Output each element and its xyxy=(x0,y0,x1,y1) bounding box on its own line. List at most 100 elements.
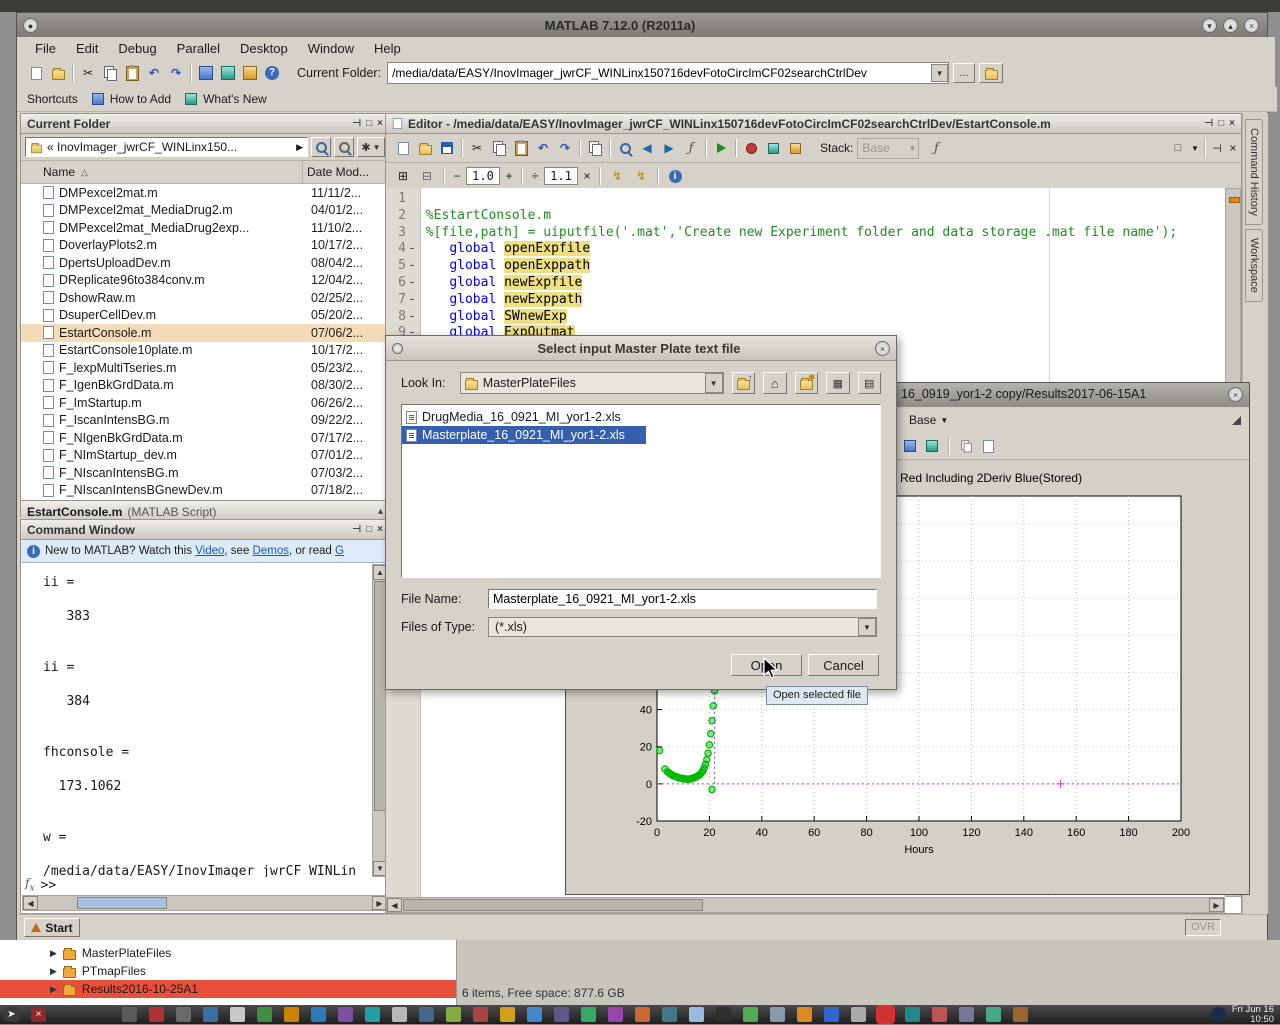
dialog-titlebar[interactable]: Select input Master Plate text file × xyxy=(386,336,896,361)
code-line[interactable]: 8- global SWnewExp xyxy=(386,309,1225,326)
command-output[interactable]: ii = 383 ii = 384 fhconsole = 173.1062 w… xyxy=(21,564,371,877)
current-folder-path-input[interactable] xyxy=(388,66,931,80)
dock-icon[interactable]: ⊣ xyxy=(352,524,361,535)
detail-view-button[interactable]: ▤ xyxy=(858,372,881,394)
prompt-row[interactable]: fx >> xyxy=(25,877,56,893)
menu-parallel[interactable]: Parallel xyxy=(167,41,230,56)
look-in-combobox[interactable]: MasterPlateFiles ▼ xyxy=(460,372,724,394)
close-button[interactable]: × xyxy=(1244,18,1259,33)
taskbar-app-icon[interactable] xyxy=(122,1007,137,1022)
breadcrumb[interactable]: « InovImager_jwrCF_WINLinx150... ▶ xyxy=(25,137,308,157)
help-button[interactable]: ? xyxy=(261,62,283,84)
taskbar-app-icon[interactable] xyxy=(500,1007,515,1022)
combo-dropdown-arrow-icon[interactable]: ▼ xyxy=(705,373,723,393)
warning-marker-icon[interactable] xyxy=(1229,197,1240,203)
code-line[interactable]: 6- global newExpfile xyxy=(386,275,1225,292)
sort-ascending-icon[interactable]: △ xyxy=(81,167,88,178)
new-file-button[interactable] xyxy=(25,62,47,84)
tree-item[interactable]: ▶PTmapFiles xyxy=(0,962,456,980)
tab-workspace[interactable]: Workspace xyxy=(1245,229,1263,302)
expand-arrow-icon[interactable]: ▶ xyxy=(50,948,57,959)
restore-icon[interactable]: □ xyxy=(1218,118,1224,129)
file-row[interactable]: DMPexcel2mat.m11/11/2... xyxy=(21,184,389,202)
go-back-button[interactable]: ◀ xyxy=(636,137,658,159)
grid-view-button[interactable]: ▦ xyxy=(826,372,849,394)
taskbar-app-icon[interactable] xyxy=(230,1007,245,1022)
actions-button[interactable]: ✱▼ xyxy=(357,137,385,157)
taskbar-app-icon[interactable] xyxy=(689,1007,704,1022)
code-line[interactable]: 2 %EstartConsole.m xyxy=(386,208,1225,225)
tree-item[interactable]: ▶MasterPlateFiles xyxy=(0,944,456,962)
taskbar-app-icon[interactable] xyxy=(851,1007,866,1022)
code-line[interactable]: 4- global openExpfile xyxy=(386,241,1225,258)
scrollbar-thumb[interactable] xyxy=(77,897,167,909)
redo-button[interactable]: ↷ xyxy=(554,137,576,159)
file-row[interactable]: DReplicate96to384conv.m12/04/2... xyxy=(21,272,389,290)
taskbar-app-icon[interactable] xyxy=(986,1007,1001,1022)
taskbar-app-icon[interactable] xyxy=(716,1007,731,1022)
file-row[interactable]: F_NIscanIntensBG.m07/03/2... xyxy=(21,464,389,482)
page-2-button[interactable] xyxy=(979,437,997,455)
redo-button[interactable]: ↷ xyxy=(165,62,187,84)
step-in-button[interactable] xyxy=(784,137,806,159)
expand-arrow-icon[interactable]: ▶ xyxy=(50,984,57,995)
taskbar-app-icon[interactable] xyxy=(581,1007,596,1022)
up-one-level-button[interactable]: ↑ xyxy=(732,372,755,394)
page-button[interactable] xyxy=(957,437,975,455)
close-panel-icon[interactable]: × xyxy=(377,118,383,129)
cell-info-button[interactable]: i xyxy=(664,165,686,187)
moon-icon[interactable] xyxy=(1211,1007,1226,1022)
function-hints-button[interactable]: ƒ xyxy=(680,137,702,159)
code-line[interactable]: 3 %[file,path] = uiputfile('.mat','Creat… xyxy=(386,225,1225,242)
undock-editor-button[interactable]: ⊣ xyxy=(1209,137,1225,159)
taskbar-app-icon[interactable] xyxy=(284,1007,299,1022)
save-button[interactable] xyxy=(436,137,458,159)
file-row[interactable]: F_IgenBkGrdData.m08/30/2... xyxy=(21,377,389,395)
taskbar-app-icon[interactable] xyxy=(149,1007,164,1022)
tree-item[interactable]: ▶Results2016-10-25A1 xyxy=(0,980,456,998)
cut-button[interactable]: ✂ xyxy=(77,62,99,84)
collapse-details-icon[interactable]: ▴ xyxy=(378,506,383,517)
increase-value-button[interactable]: + xyxy=(502,165,516,187)
insert-cell-button[interactable]: ⊞ xyxy=(392,165,414,187)
file-row[interactable]: F_NIscanIntensBGnewDev.m07/18/2... xyxy=(21,482,389,500)
undo-button[interactable]: ↶ xyxy=(532,137,554,159)
file-name-input[interactable] xyxy=(488,589,877,609)
taskbar-app-icon[interactable] xyxy=(1013,1007,1028,1022)
paste-button[interactable] xyxy=(121,62,143,84)
path-dropdown-arrow-icon[interactable]: ▼ xyxy=(931,64,948,82)
file-row[interactable]: DoverlayPlots2.m10/17/2... xyxy=(21,237,389,255)
taskbar-app-icon[interactable] xyxy=(932,1007,947,1022)
matlab-titlebar[interactable]: ● MATLAB 7.12.0 (R2011a) ▾ ▴ × xyxy=(17,13,1267,37)
taskbar-app-icon[interactable] xyxy=(257,1007,272,1022)
undo-button[interactable]: ↶ xyxy=(143,62,165,84)
profiler-button[interactable] xyxy=(239,62,261,84)
file-row[interactable]: F_ImStartup.m06/26/2... xyxy=(21,394,389,412)
current-folder-combobox[interactable]: ▼ xyxy=(387,62,949,84)
info-link[interactable]: Video xyxy=(195,545,224,557)
resize-corner-icon[interactable] xyxy=(1232,416,1241,425)
current-folder-header[interactable]: Current Folder ⊣ □ × xyxy=(21,114,389,134)
dialog-file-list[interactable]: DrugMedia_16_0921_MI_yor1-2.xlsMasterpla… xyxy=(401,404,881,578)
search-button[interactable] xyxy=(311,137,331,157)
column-date[interactable]: Date Mod... xyxy=(303,161,389,183)
file-row[interactable]: F_NImStartup_dev.m07/01/2... xyxy=(21,447,389,465)
combo-dropdown-arrow-icon[interactable]: ▼ xyxy=(858,618,876,636)
stack-combobox[interactable]: Base ▼ xyxy=(857,138,919,159)
minimize-button[interactable]: ▾ xyxy=(1202,18,1217,33)
new-folder-button[interactable]: ✱ xyxy=(795,372,818,394)
eval-advance-button[interactable]: ↯ xyxy=(630,165,652,187)
maximize-button[interactable]: ▴ xyxy=(1223,18,1238,33)
figure-stack-value[interactable]: Base xyxy=(909,413,936,427)
taskbar-app-icon[interactable] xyxy=(608,1007,623,1022)
step-button[interactable] xyxy=(762,137,784,159)
taskbar-app-icon[interactable] xyxy=(797,1007,812,1022)
cell-value-1[interactable]: 1.0 xyxy=(466,167,500,185)
clock[interactable]: Fri Jun 16 10:50 xyxy=(1232,1005,1274,1025)
file-row[interactable]: DpertsUploadDev.m08/04/2... xyxy=(21,254,389,272)
info-link[interactable]: Demos xyxy=(253,545,289,557)
tab-command-history[interactable]: Command History xyxy=(1245,119,1263,225)
table-view-button[interactable] xyxy=(901,437,919,455)
dialog-close-button[interactable]: × xyxy=(875,341,890,356)
window-menu-icon[interactable]: ● xyxy=(23,18,38,33)
